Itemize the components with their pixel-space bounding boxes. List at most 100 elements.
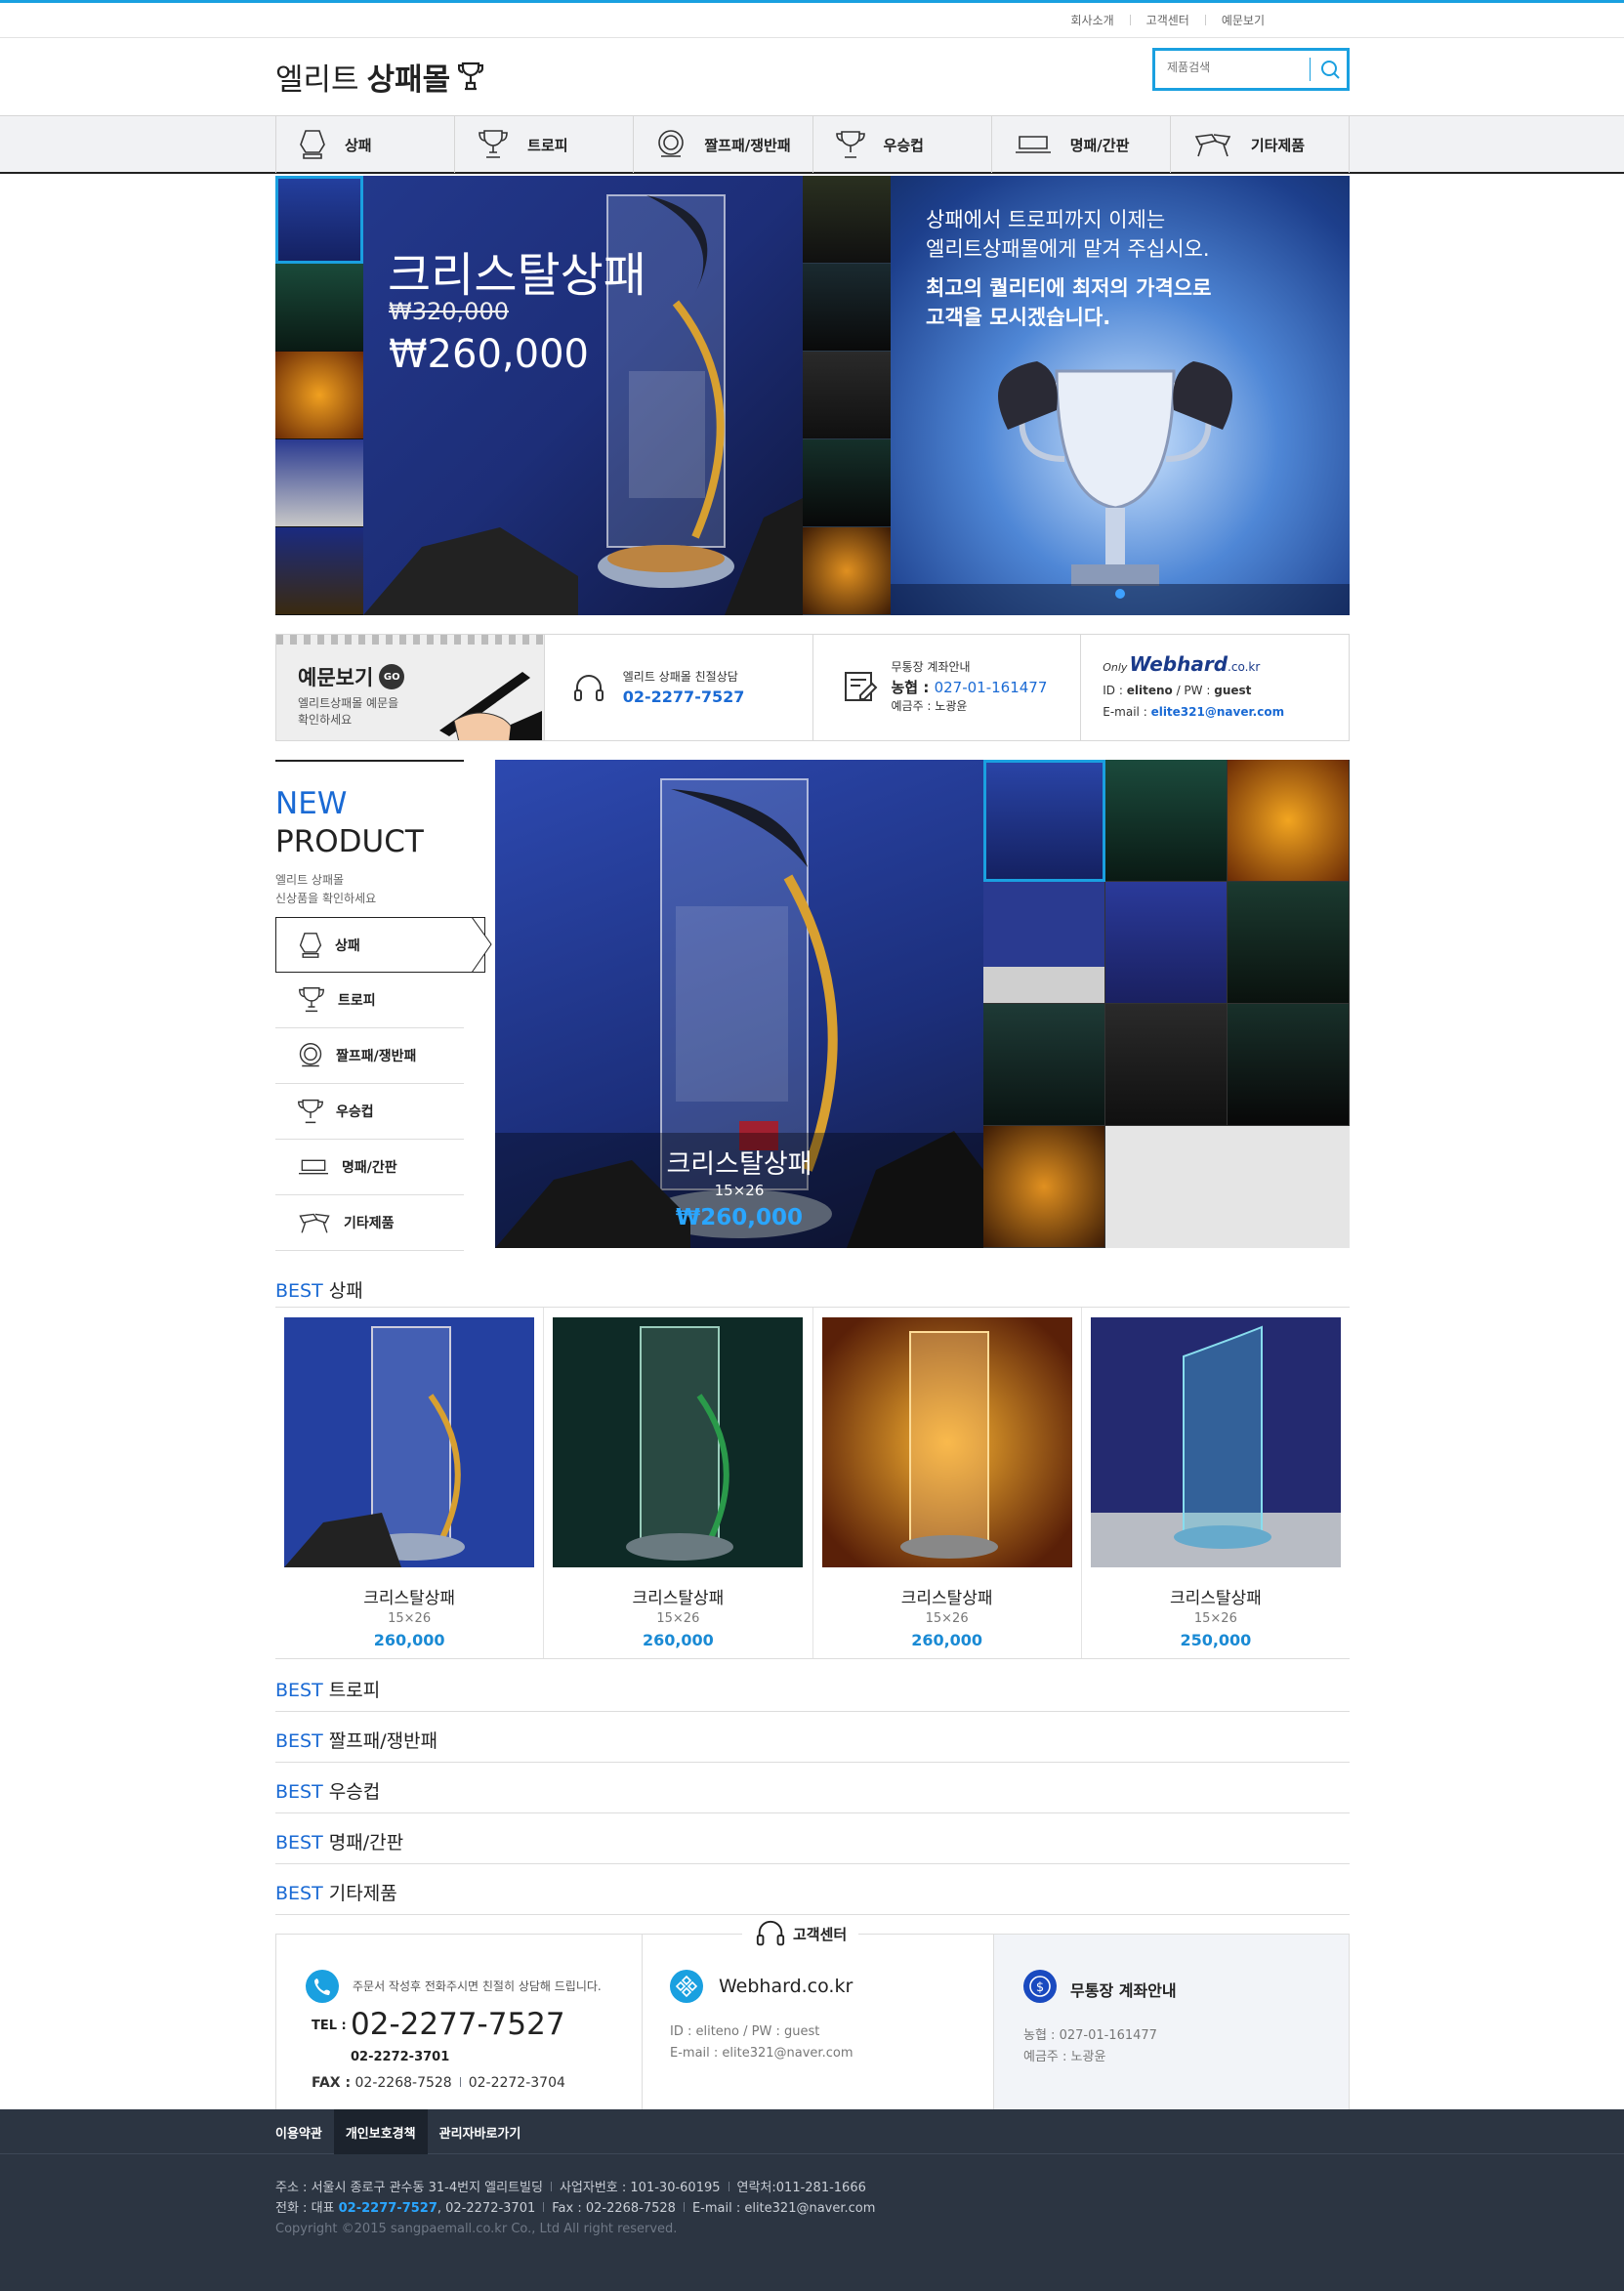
best-section-title[interactable]: BEST 트로피 [275, 1676, 380, 1702]
new-product-title: NEW PRODUCT [275, 785, 464, 861]
product-card[interactable]: 크리스탈상패 15×26 260,000 [275, 1308, 545, 1658]
best-prefix: BEST [275, 1680, 323, 1701]
product-thumbnail[interactable] [1228, 760, 1350, 882]
site-logo[interactable]: 엘리트 상패몰 [275, 55, 484, 99]
tel-label: TEL : [312, 2019, 347, 2033]
best-section-title[interactable]: BEST 명패/간판 [275, 1828, 403, 1854]
nav-item-plaque[interactable]: 상패 [276, 116, 456, 173]
category-tab-cup[interactable]: 우승컵 [275, 1084, 464, 1140]
nav-item-label: 우승컵 [883, 136, 924, 154]
product-thumbnail[interactable] [983, 882, 1105, 1004]
flag-icon [1194, 134, 1231, 157]
hero-banner-right[interactable]: 상패에서 트로피까지 이제는 엘리트상패몰에게 맡겨 주십시오. 최고의 퀄리티… [803, 176, 1350, 615]
webhard-logo: Only Webhard .co.kr [1103, 652, 1260, 676]
footer-link-terms[interactable]: 이용약관 [275, 2109, 334, 2154]
hero-thumbnail[interactable] [803, 439, 891, 527]
nav-item-other[interactable]: 기타제품 [1171, 116, 1351, 173]
category-tab-tray[interactable]: 짤프패/쟁반패 [275, 1028, 464, 1084]
hero-thumbnail[interactable] [275, 527, 363, 615]
best-section-title[interactable]: BEST 기타제품 [275, 1879, 397, 1905]
hero-thumbnail[interactable] [275, 352, 363, 439]
category-label: 짤프패/쟁반패 [336, 1049, 417, 1064]
hero-thumbnail[interactable] [803, 527, 891, 615]
nav-item-tray[interactable]: 짤프패/쟁반패 [634, 116, 813, 173]
product-thumbnail[interactable] [1105, 1004, 1228, 1126]
trophy-icon [299, 987, 324, 1013]
product-thumbnail[interactable] [1105, 882, 1228, 1004]
title-word: NEW [275, 786, 348, 821]
logo-text-1: 엘리트 [275, 62, 359, 98]
hero-thumbnail[interactable] [803, 176, 891, 264]
category-tab-trophy[interactable]: 트로피 [275, 973, 464, 1028]
footer-link-admin[interactable]: 관리자바로가기 [428, 2109, 533, 2154]
hero-banner-left[interactable]: 크리스탈상패 ₩320,000 ₩260,000 [275, 176, 803, 615]
search-input[interactable] [1167, 61, 1304, 74]
footer-line-1: 주소 : 서울시 종로구 관수동 31-4번지 엘리트빌딩 사업자번호 : 101… [275, 2178, 875, 2198]
sample-banner[interactable]: 예문보기 GO 엘리트상패몰 예문을 확인하세요 [276, 635, 545, 740]
hero-line: 고객을 모시겠습니다. [926, 306, 1111, 329]
footer-link-privacy[interactable]: 개인보호경책 [333, 2109, 428, 2154]
sample-title: 예문보기 [298, 666, 374, 689]
category-tab-other[interactable]: 기타제품 [275, 1195, 464, 1251]
id-value: eliteno [1126, 684, 1173, 697]
product-thumbnail[interactable] [983, 1126, 1105, 1248]
utility-nav: 회사소개 고객센터 예문보기 [1070, 12, 1265, 28]
tel-main[interactable]: 02-2277-7527 [351, 2007, 565, 2042]
featured-size: 15×26 [714, 1182, 765, 1199]
bankbook-icon [844, 672, 877, 701]
logo-text-2: 상패몰 [366, 62, 451, 98]
svg-text:$: $ [1036, 1980, 1044, 1995]
category-label: 명패/간판 [342, 1160, 397, 1176]
email-value[interactable]: elite321@naver.com [1151, 705, 1285, 719]
hero-thumbnail[interactable] [275, 176, 363, 264]
tel-sub[interactable]: 02-2272-3701 [351, 2050, 449, 2064]
hero-product-title: 크리스탈상패 [388, 248, 646, 303]
footer-line-2: 전화 : 대표 02-2277-7527, 02-2272-3701 Fax : … [275, 2198, 875, 2219]
product-thumbnail[interactable] [1228, 1004, 1350, 1126]
util-link-support[interactable]: 고객센터 [1146, 12, 1189, 28]
best-section-title[interactable]: BEST 상패 [275, 1276, 363, 1303]
hero-right-text-2: 최고의 퀄리티에 최저의 가격으로 고객을 모시겠습니다. [926, 273, 1211, 332]
divider [275, 1711, 1350, 1712]
util-link-samples[interactable]: 예문보기 [1222, 12, 1265, 28]
product-card[interactable]: 크리스탈상패 15×26 250,000 [1082, 1308, 1350, 1658]
customer-center-title: 고객센터 [742, 1918, 859, 1949]
nav-item-nameplate[interactable]: 명패/간판 [992, 116, 1171, 173]
category-tab-plaque[interactable]: 상패 [275, 917, 492, 973]
nav-item-trophy[interactable]: 트로피 [455, 116, 635, 173]
hero-thumbnail[interactable] [803, 352, 891, 439]
main-nav: 상패 트로피 짤프패/쟁반패 우승컵 명패/간판 기타제품 [0, 115, 1624, 174]
hero-thumbnail[interactable] [275, 439, 363, 527]
product-thumbnail[interactable] [983, 1004, 1105, 1126]
nav-item-cup[interactable]: 우승컵 [813, 116, 992, 173]
webhard-tld: .co.kr [1228, 660, 1261, 674]
best-section-title[interactable]: BEST 우승컵 [275, 1777, 380, 1804]
webhard-brand: Webhard [1129, 652, 1228, 676]
arrow-tab-icon [472, 917, 492, 973]
search-button[interactable] [1316, 58, 1344, 81]
consult-phone[interactable]: 02-2277-7527 [623, 687, 745, 706]
product-card[interactable]: 크리스탈상패 15×26 260,000 [813, 1308, 1082, 1658]
featured-product[interactable]: 크리스탈상패 15×26 ₩260,000 [495, 760, 983, 1248]
hero-thumbnail[interactable] [275, 264, 363, 352]
hero-line: 최고의 퀄리티에 최저의 가격으로 [926, 276, 1212, 300]
footer-phone-sub: , 02-2272-3701 [437, 2201, 536, 2216]
cs-webhard-title[interactable]: Webhard.co.kr [719, 1976, 853, 1997]
bank-label: 무통장 계좌안내 [891, 660, 971, 674]
webhard-box[interactable]: Only Webhard .co.kr ID : eliteno / PW : … [1081, 635, 1349, 740]
product-card[interactable]: 크리스탈상패 15×26 260,000 [544, 1308, 813, 1658]
product-size: 15×26 [388, 1611, 432, 1626]
slider-dot[interactable] [1115, 589, 1125, 599]
divider [275, 1863, 1350, 1864]
category-tab-nameplate[interactable]: 명패/간판 [275, 1140, 464, 1195]
product-thumbnail[interactable] [1105, 760, 1228, 882]
nav-item-label: 짤프패/쟁반패 [704, 136, 791, 154]
hero-thumbnail[interactable] [803, 264, 891, 352]
product-image [1090, 1317, 1341, 1567]
product-thumbnail[interactable] [983, 760, 1105, 882]
go-badge[interactable]: GO [379, 664, 405, 689]
best-section-title[interactable]: BEST 짤프패/쟁반패 [275, 1727, 437, 1753]
util-link-about[interactable]: 회사소개 [1070, 12, 1113, 28]
desc-line: 엘리트 상패몰 [275, 873, 345, 887]
product-thumbnail[interactable] [1228, 882, 1350, 1004]
